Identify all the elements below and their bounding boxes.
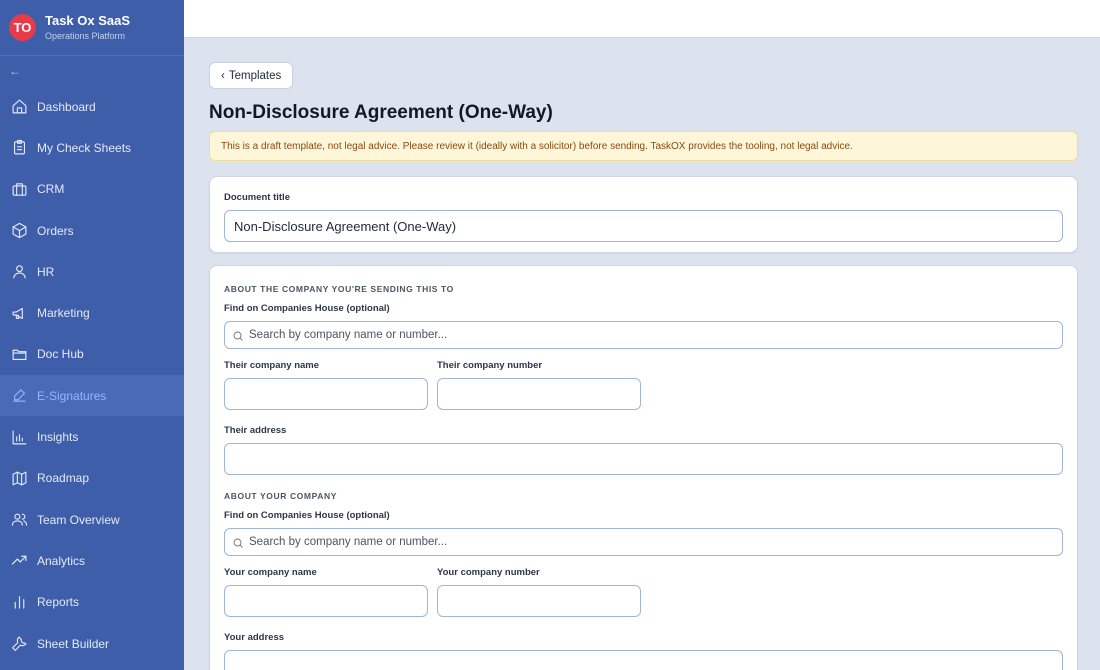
bar-chart-icon	[10, 428, 28, 446]
briefcase-icon	[10, 180, 28, 198]
sender-name-label: Your company name	[224, 567, 317, 578]
sidebar-item-label: Team Overview	[37, 512, 120, 527]
sender-company-name-input[interactable]	[224, 585, 428, 617]
sender-company-search-input[interactable]	[224, 528, 1063, 556]
home-icon	[10, 98, 28, 116]
sidebar-item-dashboard[interactable]: Dashboard	[0, 86, 184, 127]
parties-form-card: ABOUT THE COMPANY YOU'RE SENDING THIS TO…	[209, 265, 1078, 670]
megaphone-icon	[10, 304, 28, 322]
sidebar-item-sheet-builder[interactable]: Sheet Builder	[0, 623, 184, 664]
sender-find-label: Find on Companies House (optional)	[224, 510, 390, 521]
avatar: TO	[9, 14, 36, 41]
recipient-address-label: Their address	[224, 425, 287, 436]
sidebar-item-label: Marketing	[37, 306, 90, 321]
recipient-company-search-input[interactable]	[224, 321, 1063, 349]
back-to-templates-button[interactable]: ‹ Templates	[209, 62, 294, 89]
sidebar-item-reports[interactable]: Reports	[0, 582, 184, 623]
sidebar-item-team-overview[interactable]: Team Overview	[0, 499, 184, 540]
document-title-label: Document title	[224, 192, 290, 203]
folder-icon	[10, 345, 28, 363]
users-icon	[10, 511, 28, 529]
sidebar-item-my-check-sheets[interactable]: My Check Sheets	[0, 127, 184, 168]
box-icon	[10, 222, 28, 240]
sidebar: TO Task Ox SaaS Operations Platform ← Da…	[0, 0, 184, 670]
recipient-company-number-input[interactable]	[437, 378, 641, 410]
brand-name: Task Ox SaaS	[45, 12, 131, 28]
sidebar-item-insights[interactable]: Insights	[0, 416, 184, 457]
bar-chart-2-icon	[10, 593, 28, 611]
sidebar-item-label: Sheet Builder	[37, 636, 110, 651]
sender-number-label: Your company number	[437, 567, 540, 578]
sidebar-item-label: Orders	[37, 223, 74, 238]
sidebar-item-label: Dashboard	[37, 99, 96, 114]
sender-company-number-input[interactable]	[437, 585, 641, 617]
sidebar-item-roadmap[interactable]: Roadmap	[0, 458, 184, 499]
top-bar	[184, 0, 1100, 38]
sidebar-item-marketing[interactable]: Marketing	[0, 292, 184, 333]
user-icon	[10, 263, 28, 281]
recipient-search	[224, 321, 1063, 349]
sidebar-item-label: HR	[37, 264, 55, 279]
brand-header[interactable]: TO Task Ox SaaS Operations Platform	[0, 0, 184, 56]
sender-address-label: Your address	[224, 632, 285, 643]
sidebar-item-label: Reports	[37, 595, 80, 610]
sender-section-heading: ABOUT YOUR COMPANY	[224, 491, 337, 501]
recipient-number-label: Their company number	[437, 360, 543, 371]
recipient-section-heading: ABOUT THE COMPANY YOU'RE SENDING THIS TO	[224, 284, 454, 294]
sidebar-item-label: Roadmap	[37, 471, 90, 486]
sidebar-item-label: Insights	[37, 430, 79, 445]
sidebar-item-label: CRM	[37, 182, 65, 197]
sidebar-item-label: Analytics	[37, 553, 86, 568]
arrow-left-icon: ←	[9, 64, 21, 78]
recipient-name-label: Their company name	[224, 360, 320, 371]
wrench-icon	[10, 635, 28, 653]
recipient-find-label: Find on Companies House (optional)	[224, 303, 390, 314]
sidebar-item-label: E-Signatures	[37, 388, 107, 403]
trending-up-icon	[10, 552, 28, 570]
sender-search	[224, 528, 1063, 556]
sidebar-item-doc-hub[interactable]: Doc Hub	[0, 334, 184, 375]
clipboard-icon	[10, 139, 28, 157]
page-title: Non-Disclosure Agreement (One-Way)	[209, 102, 553, 123]
main-content: ‹ Templates Non-Disclosure Agreement (On…	[209, 62, 1078, 670]
pen-icon	[10, 387, 28, 405]
sender-address-input[interactable]	[224, 650, 1063, 670]
map-icon	[10, 469, 28, 487]
search-icon	[232, 329, 244, 341]
sidebar-item-crm[interactable]: CRM	[0, 169, 184, 210]
sidebar-item-orders[interactable]: Orders	[0, 210, 184, 251]
sidebar-item-analytics[interactable]: Analytics	[0, 540, 184, 581]
brand-subtitle: Operations Platform	[45, 30, 126, 41]
legal-notice-banner: This is a draft template, not legal advi…	[209, 131, 1078, 161]
recipient-address-input[interactable]	[224, 443, 1063, 475]
back-button-label: Templates	[228, 69, 282, 82]
sidebar-item-label: My Check Sheets	[37, 140, 132, 155]
document-title-card: Document title	[209, 176, 1078, 253]
sidebar-nav: Dashboard My Check Sheets CRM Orders HR …	[0, 86, 184, 664]
sidebar-item-e-signatures[interactable]: E-Signatures	[0, 375, 184, 417]
search-icon	[232, 536, 244, 548]
sidebar-item-label: Doc Hub	[37, 347, 84, 362]
document-title-input[interactable]	[224, 210, 1063, 242]
recipient-company-name-input[interactable]	[224, 378, 428, 410]
sidebar-item-hr[interactable]: HR	[0, 251, 184, 292]
collapse-sidebar-button[interactable]: ←	[0, 56, 184, 86]
chevron-left-icon: ‹	[221, 69, 225, 82]
